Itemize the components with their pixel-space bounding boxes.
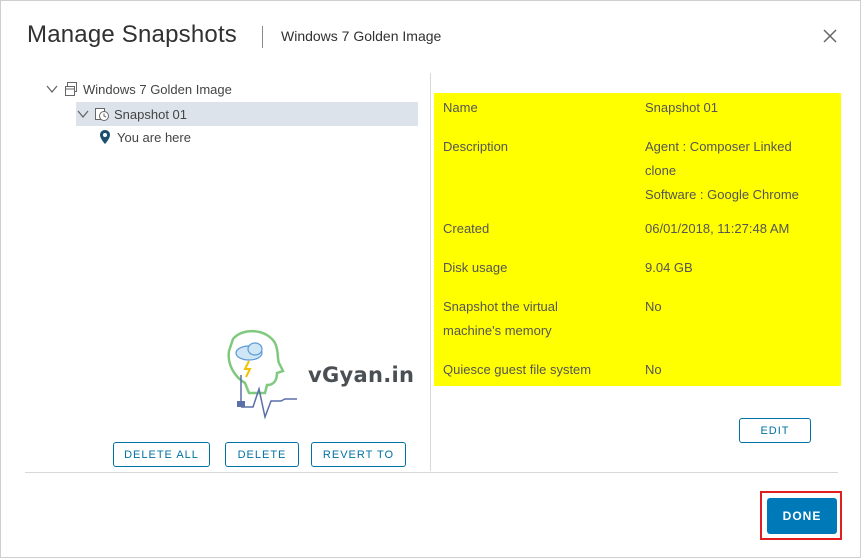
detail-label-line: machine's memory xyxy=(443,323,552,338)
detail-label-created: Created xyxy=(443,221,490,236)
vgyan-logo: vGyan.in xyxy=(219,329,439,419)
location-pin-icon xyxy=(97,129,113,145)
detail-value-disk-usage: 9.04 GB xyxy=(645,256,835,280)
revert-to-button[interactable]: REVERT TO xyxy=(311,442,406,467)
delete-button[interactable]: DELETE xyxy=(225,442,299,467)
tree-node-vm-label: Windows 7 Golden Image xyxy=(83,81,232,97)
chevron-down-icon[interactable] xyxy=(76,107,90,121)
snapshot-details: Name Snapshot 01 Description Agent : Com… xyxy=(434,93,841,386)
dialog-header: Manage Snapshots Windows 7 Golden Image xyxy=(1,1,860,73)
detail-value-line: No xyxy=(645,299,662,314)
detail-value-line: No xyxy=(645,362,662,377)
detail-value-line: Software : Google Chrome xyxy=(645,187,799,202)
detail-value-line: 06/01/2018, 11:27:48 AM xyxy=(645,221,790,236)
title-separator xyxy=(262,26,263,48)
detail-value-line: clone xyxy=(645,163,677,178)
tree-node-vm[interactable]: Windows 7 Golden Image xyxy=(45,77,425,101)
footer-divider xyxy=(25,472,838,473)
detail-value-memory: No xyxy=(645,295,835,319)
done-button[interactable]: DONE xyxy=(767,498,837,534)
detail-label-name: Name xyxy=(443,100,478,115)
tree-node-snapshot-label: Snapshot 01 xyxy=(114,106,188,122)
edit-button[interactable]: EDIT xyxy=(739,418,811,443)
detail-value-line: Agent : Composer Linked xyxy=(645,139,792,154)
panel-divider xyxy=(430,73,431,471)
detail-label-line: Snapshot the virtual xyxy=(443,299,558,314)
detail-value-quiesce: No xyxy=(645,358,835,382)
detail-value-line: Snapshot 01 xyxy=(645,100,719,115)
detail-value-name: Snapshot 01 xyxy=(645,96,835,120)
dialog-title: Manage Snapshots xyxy=(27,21,238,48)
detail-label-disk-usage: Disk usage xyxy=(443,260,508,275)
snapshot-tree-panel: Windows 7 Golden Image Snapshot 01 You a… xyxy=(25,73,430,471)
detail-label-description: Description xyxy=(443,139,509,154)
detail-value-description: Agent : Composer Linked clone Software :… xyxy=(645,135,835,207)
detail-label-quiesce: Quiesce guest file system xyxy=(443,362,592,377)
tree-node-current-label: You are here xyxy=(117,129,191,145)
dialog-subtitle: Windows 7 Golden Image xyxy=(281,28,442,44)
detail-label-memory: Snapshot the virtual machine's memory xyxy=(443,295,633,343)
logo-text: vGyan.in xyxy=(308,363,415,387)
manage-snapshots-dialog: Manage Snapshots Windows 7 Golden Image xyxy=(0,0,861,558)
snapshot-icon xyxy=(94,106,110,122)
delete-all-button[interactable]: DELETE ALL xyxy=(113,442,210,467)
vm-icon xyxy=(63,81,79,97)
detail-value-line: 9.04 GB xyxy=(645,260,693,275)
tree-node-current-state[interactable]: You are here xyxy=(97,125,397,149)
detail-value-created: 06/01/2018, 11:27:48 AM xyxy=(645,217,835,241)
close-icon[interactable] xyxy=(821,27,839,45)
chevron-down-icon[interactable] xyxy=(45,82,59,96)
tree-node-snapshot[interactable]: Snapshot 01 xyxy=(76,102,418,126)
